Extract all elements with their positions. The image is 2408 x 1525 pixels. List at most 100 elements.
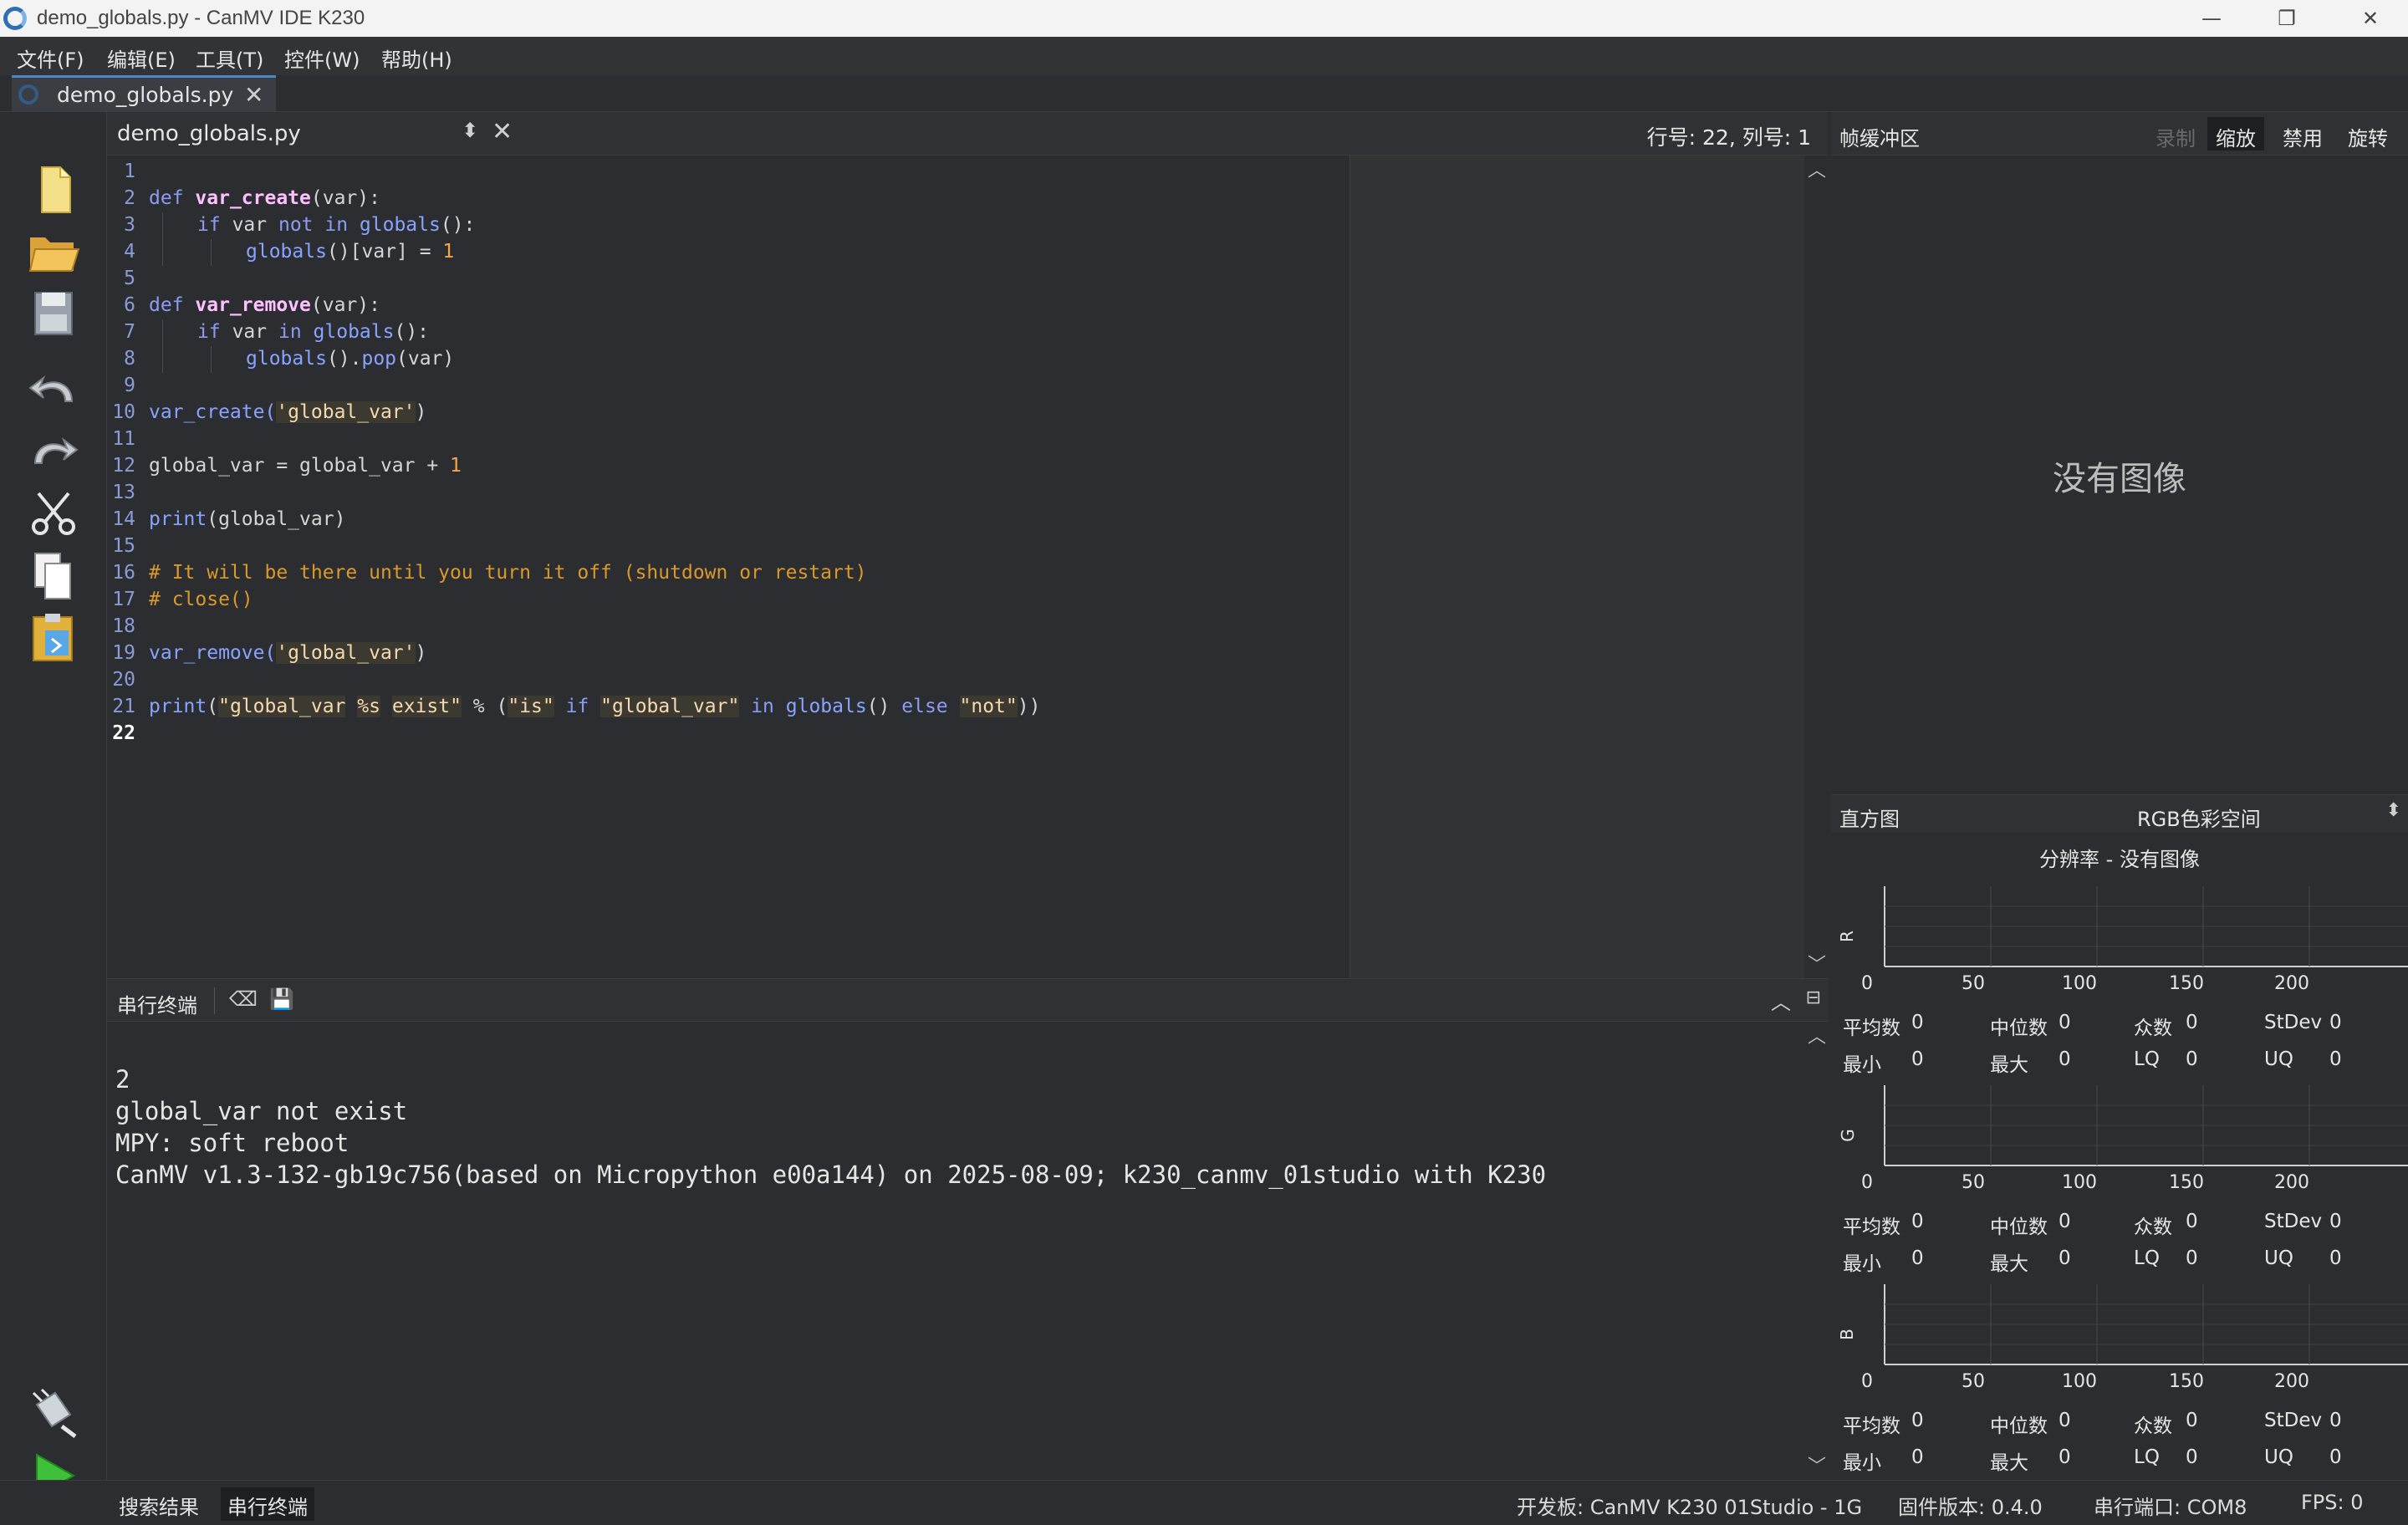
copy-icon[interactable]: [23, 548, 84, 604]
colorspace-select[interactable]: RGB色彩空间: [2137, 803, 2261, 832]
serial-port: 串行端口: COM8: [2094, 1496, 2247, 1519]
code-line: print("global_var %s exist" % ("is" if "…: [149, 696, 1040, 717]
tab-serial-terminal[interactable]: 串行终端: [221, 1487, 314, 1521]
menu-bar: 文件(F) 编辑(E) 工具(T) 控件(W) 帮助(H): [0, 37, 2408, 75]
stat-label: 中位数: [1990, 1415, 2048, 1437]
line-number: 18: [112, 615, 135, 637]
code-token: ()[var] =: [326, 241, 443, 263]
histogram-header: 直方图 RGB色彩空间 ⬍: [1831, 794, 2408, 833]
stat-value: 0: [2329, 1012, 2342, 1033]
histogram-title: 直方图: [1839, 808, 1900, 831]
status-bar: 搜索结果 串行终端 开发板: CanMV K230 01Studio - 1G …: [0, 1480, 2408, 1525]
collapse-panel-icon[interactable]: ︿: [1771, 986, 1791, 1015]
rotate-button[interactable]: 旋转: [2339, 117, 2396, 150]
canmv-app-icon: [3, 7, 27, 30]
menu-edit[interactable]: 编辑(E): [107, 43, 176, 73]
code-token: in: [278, 321, 302, 343]
histogram-g: G 0 50 100 150 200 平均数 0 中位数 0 众数 0 StDe…: [1831, 1085, 2408, 1284]
code-token: "global_var": [600, 696, 740, 717]
scroll-down-icon[interactable]: ﹀: [1808, 950, 1826, 977]
close-window-button[interactable]: ✕: [2333, 0, 2408, 37]
close-document-icon[interactable]: ✕: [492, 117, 513, 146]
save-icon[interactable]: [23, 286, 84, 341]
indent-guide: [162, 319, 163, 373]
code-token: %s: [357, 696, 380, 717]
line-number: 7: [124, 321, 135, 343]
menu-tools[interactable]: 工具(T): [196, 43, 263, 73]
code-token: var: [232, 214, 268, 236]
stat-value: 0: [1911, 1446, 1924, 1468]
code-comment: # close(): [149, 589, 253, 610]
stat-value: 0: [2329, 1048, 2342, 1070]
colorspace-arrows-icon[interactable]: ⬍: [2386, 800, 2401, 821]
board-info[interactable]: 开发板: CanMV K230 01Studio - 1G: [1517, 1491, 1862, 1520]
terminal-scrollbar[interactable]: ︿ ﹀: [1804, 1022, 1828, 1480]
scroll-down-icon[interactable]: ﹀: [1808, 1451, 1826, 1478]
frame-buffer-view[interactable]: 没有图像: [1831, 156, 2408, 794]
disable-button[interactable]: 禁用: [2274, 117, 2331, 150]
code-token: if: [197, 321, 221, 343]
tick-label: 200: [2274, 973, 2309, 994]
clear-terminal-icon[interactable]: ⌫: [229, 987, 258, 1011]
code-token: globals: [359, 214, 441, 236]
stat-label: 最大: [1990, 1253, 2028, 1275]
no-image-placeholder: 没有图像: [2053, 460, 2186, 498]
close-tab-icon[interactable]: ✕: [244, 81, 263, 109]
tab-search-results[interactable]: 搜索结果: [112, 1487, 206, 1521]
open-folder-icon[interactable]: [23, 224, 84, 279]
code-editor[interactable]: 1 2 3 4 5 6 7 8 9 10 11 12 13 14 15 16 1…: [107, 156, 1804, 978]
undo-icon[interactable]: [23, 363, 84, 418]
menu-file[interactable]: 文件(F): [17, 43, 84, 73]
stat-value: 0: [2059, 1446, 2071, 1468]
file-tab[interactable]: demo_globals.py ✕: [12, 75, 276, 112]
restore-button[interactable]: ❐: [2249, 0, 2324, 37]
connect-icon[interactable]: [23, 1386, 84, 1441]
histogram-r: R 0 50 100 150 200 平均数 0 中位数 0 众数 0 StDe…: [1831, 886, 2408, 1085]
stat-label: StDev: [2264, 1211, 2323, 1232]
code-token: 'global_var': [276, 642, 416, 664]
line-number: 4: [124, 241, 135, 263]
histogram-b: B 0 50 100 150 200 平均数 0 中位数 0 众数 0 StDe…: [1831, 1284, 2408, 1483]
new-file-icon[interactable]: [23, 162, 84, 217]
line-number: 13: [112, 482, 135, 503]
terminal-title: 串行终端: [117, 994, 197, 1018]
record-button[interactable]: 录制: [2147, 117, 2204, 150]
cut-icon[interactable]: [23, 487, 84, 542]
save-terminal-icon[interactable]: 💾: [269, 987, 294, 1011]
stat-value: 0: [2059, 1211, 2071, 1232]
zoom-button[interactable]: 缩放: [2207, 117, 2264, 150]
document-selector[interactable]: demo_globals.py: [117, 121, 301, 146]
minimize-button[interactable]: —: [2174, 0, 2249, 37]
line-number: 15: [112, 535, 135, 557]
serial-terminal-output[interactable]: 2 global_var not exist MPY: soft reboot …: [107, 1022, 1804, 1480]
code-token: globals: [313, 321, 395, 343]
scroll-up-icon[interactable]: ︿: [1808, 1022, 1826, 1048]
editor-scrollbar[interactable]: ︿ ﹀: [1804, 156, 1828, 978]
code-token: 'global_var': [276, 401, 416, 423]
code-token: else: [901, 696, 948, 717]
code-token: print: [149, 696, 207, 717]
stat-label: 平均数: [1843, 1018, 1900, 1039]
code-token: not in: [278, 214, 349, 236]
code-token: (var):: [310, 187, 380, 209]
menu-help[interactable]: 帮助(H): [381, 43, 452, 73]
code-line: def var_create(var):: [149, 187, 380, 209]
fps-readout: FPS: 0: [2301, 1491, 2364, 1514]
document-selector-arrows-icon[interactable]: ⬍: [462, 119, 478, 142]
redo-icon[interactable]: [23, 425, 84, 480]
code-line: global_var = global_var + 1: [149, 455, 462, 477]
terminal-header: 串行终端 ⌫ 💾 ︿ ⊟: [107, 978, 1828, 1022]
terminal-line: global_var not exist: [115, 1097, 408, 1125]
float-panel-icon[interactable]: ⊟: [1806, 987, 1821, 1008]
stat-label: 平均数: [1843, 1216, 1900, 1238]
terminal-line: 2: [115, 1065, 130, 1094]
paste-icon[interactable]: [23, 610, 84, 666]
menu-widgets[interactable]: 控件(W): [284, 43, 360, 73]
scroll-up-icon[interactable]: ︿: [1808, 156, 1826, 182]
code-token: (: [207, 696, 219, 717]
code-token: (): [866, 696, 890, 717]
stat-label: 众数: [2134, 1018, 2172, 1039]
code-token: globals: [246, 348, 327, 370]
code-line: var_create('global_var'): [149, 401, 426, 423]
code-token: ): [415, 401, 427, 423]
